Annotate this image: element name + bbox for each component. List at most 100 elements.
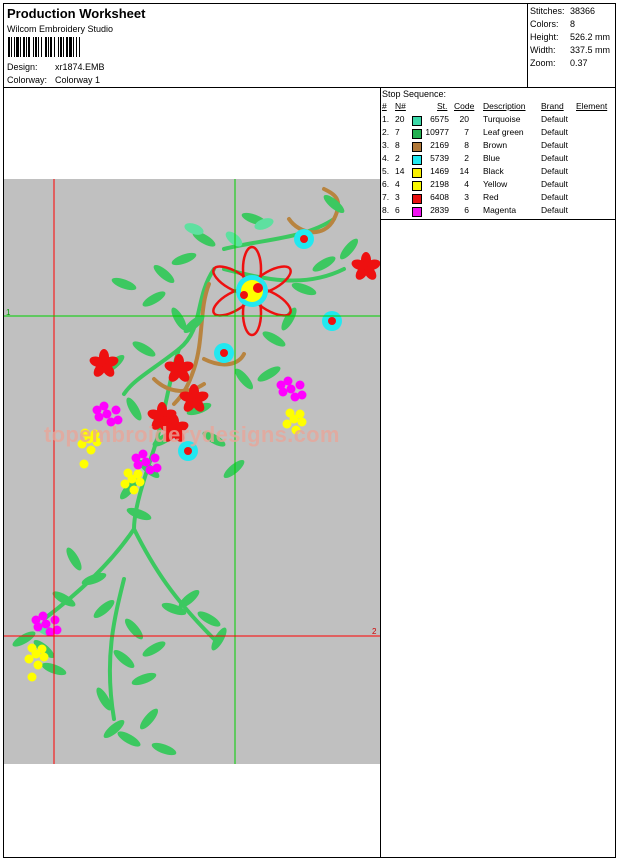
colorway-label: Colorway: (7, 75, 48, 85)
colorway-value: Colorway 1 (55, 75, 101, 85)
row-needle: 3 (395, 192, 400, 202)
column-header: St. (437, 101, 448, 111)
row-description: Brown (483, 140, 508, 150)
stats-divider (527, 4, 528, 87)
row-stitches: 2169 (430, 140, 449, 150)
barcode-image (8, 37, 80, 57)
stats-height: Height: 526.2 mm (530, 32, 610, 42)
color-swatch (412, 168, 422, 178)
color-swatch (412, 116, 422, 126)
stats-stitches: Stitches: 38366 (530, 6, 595, 16)
row-index: 1. (382, 114, 390, 124)
row-code: 4 (464, 179, 469, 189)
color-swatch (412, 155, 422, 165)
stats-value: 526.2 mm (570, 32, 611, 42)
row-brand: Default (541, 192, 568, 202)
row-code: 7 (464, 127, 469, 137)
stop-row: 7. 3 6408 3 Red Default (381, 192, 619, 205)
row-stitches: 2839 (430, 205, 449, 215)
guide-marker-2: 2 (372, 627, 377, 636)
embroidery-design (4, 179, 381, 764)
stop-sequence-divider (381, 219, 616, 220)
stop-row: 2. 7 10977 7 Leaf green Default (381, 127, 619, 140)
software-name: Wilcom Embroidery Studio (7, 24, 114, 34)
stats-label: Width: (530, 45, 556, 55)
watermark-text: topembroiderydesigns.com (44, 422, 340, 447)
row-code: 20 (459, 114, 469, 124)
row-description: Leaf green (483, 127, 524, 137)
header-divider (4, 87, 616, 88)
color-swatch (412, 207, 422, 217)
row-stitches: 10977 (425, 127, 449, 137)
stats-zoom: Zoom: 0.37 (530, 58, 588, 68)
row-description: Yellow (483, 179, 508, 189)
row-brand: Default (541, 127, 568, 137)
row-description: Black (483, 166, 504, 176)
design-value: xr1874.EMB (55, 62, 105, 72)
color-swatch (412, 181, 422, 191)
row-index: 2. (382, 127, 390, 137)
stats-colors: Colors: 8 (530, 19, 575, 29)
stats-label: Colors: (530, 19, 559, 29)
row-needle: 7 (395, 127, 400, 137)
stats-value: 38366 (570, 6, 596, 16)
stop-row: 1. 20 6575 20 Turquoise Default (381, 114, 619, 127)
stats-value: 8 (570, 19, 576, 29)
stats-width: Width: 337.5 mm (530, 45, 610, 55)
design-label: Design: (7, 62, 38, 72)
row-stitches: 6408 (430, 192, 449, 202)
row-code: 3 (464, 192, 469, 202)
design-canvas: topembroiderydesigns.com 1 2 (4, 179, 381, 764)
column-header: Code (454, 101, 475, 111)
row-brand: Default (541, 166, 568, 176)
row-stitches: 5739 (430, 153, 449, 163)
row-code: 14 (459, 166, 469, 176)
stats-value: 0.37 (570, 58, 588, 68)
stats-value: 337.5 mm (570, 45, 611, 55)
row-needle: 14 (395, 166, 405, 176)
column-header: N# (395, 101, 406, 111)
row-code: 6 (464, 205, 469, 215)
stop-sequence-header: # N# St. Code Description Brand Element (381, 101, 619, 114)
row-index: 8. (382, 205, 390, 215)
color-swatch (412, 129, 422, 139)
row-code: 2 (464, 153, 469, 163)
row-needle: 8 (395, 140, 400, 150)
row-stitches: 6575 (430, 114, 449, 124)
row-needle: 6 (395, 205, 400, 215)
row-needle: 2 (395, 153, 400, 163)
row-code: 8 (464, 140, 469, 150)
row-brand: Default (541, 153, 568, 163)
row-brand: Default (541, 205, 568, 215)
column-header: Element (576, 101, 608, 111)
row-needle: 4 (395, 179, 400, 189)
row-description: Red (483, 192, 499, 202)
page-title: Production Worksheet (7, 6, 146, 21)
row-brand: Default (541, 140, 568, 150)
row-brand: Default (541, 114, 568, 124)
stats-label: Height: (530, 32, 559, 42)
stop-row: 4. 2 5739 2 Blue Default (381, 153, 619, 166)
row-stitches: 2198 (430, 179, 449, 189)
row-stitches: 1469 (430, 166, 449, 176)
row-brand: Default (541, 179, 568, 189)
stop-row: 6. 4 2198 4 Yellow Default (381, 179, 619, 192)
row-index: 5. (382, 166, 390, 176)
row-needle: 20 (395, 114, 405, 124)
color-swatch (412, 194, 422, 204)
column-header: Brand (541, 101, 564, 111)
row-index: 7. (382, 192, 390, 202)
stop-row: 3. 8 2169 8 Brown Default (381, 140, 619, 153)
stats-label: Stitches: (530, 6, 565, 16)
row-description: Blue (483, 153, 501, 163)
column-header: Description (483, 101, 526, 111)
stop-row: 5. 14 1469 14 Black Default (381, 166, 619, 179)
row-index: 3. (382, 140, 390, 150)
color-swatch (412, 142, 422, 152)
row-description: Magenta (483, 205, 517, 215)
stats-label: Zoom: (530, 58, 556, 68)
column-header: # (382, 101, 387, 111)
row-description: Turquoise (483, 114, 521, 124)
stop-row: 8. 6 2839 6 Magenta Default (381, 205, 619, 218)
guide-marker-1: 1 (6, 308, 11, 317)
